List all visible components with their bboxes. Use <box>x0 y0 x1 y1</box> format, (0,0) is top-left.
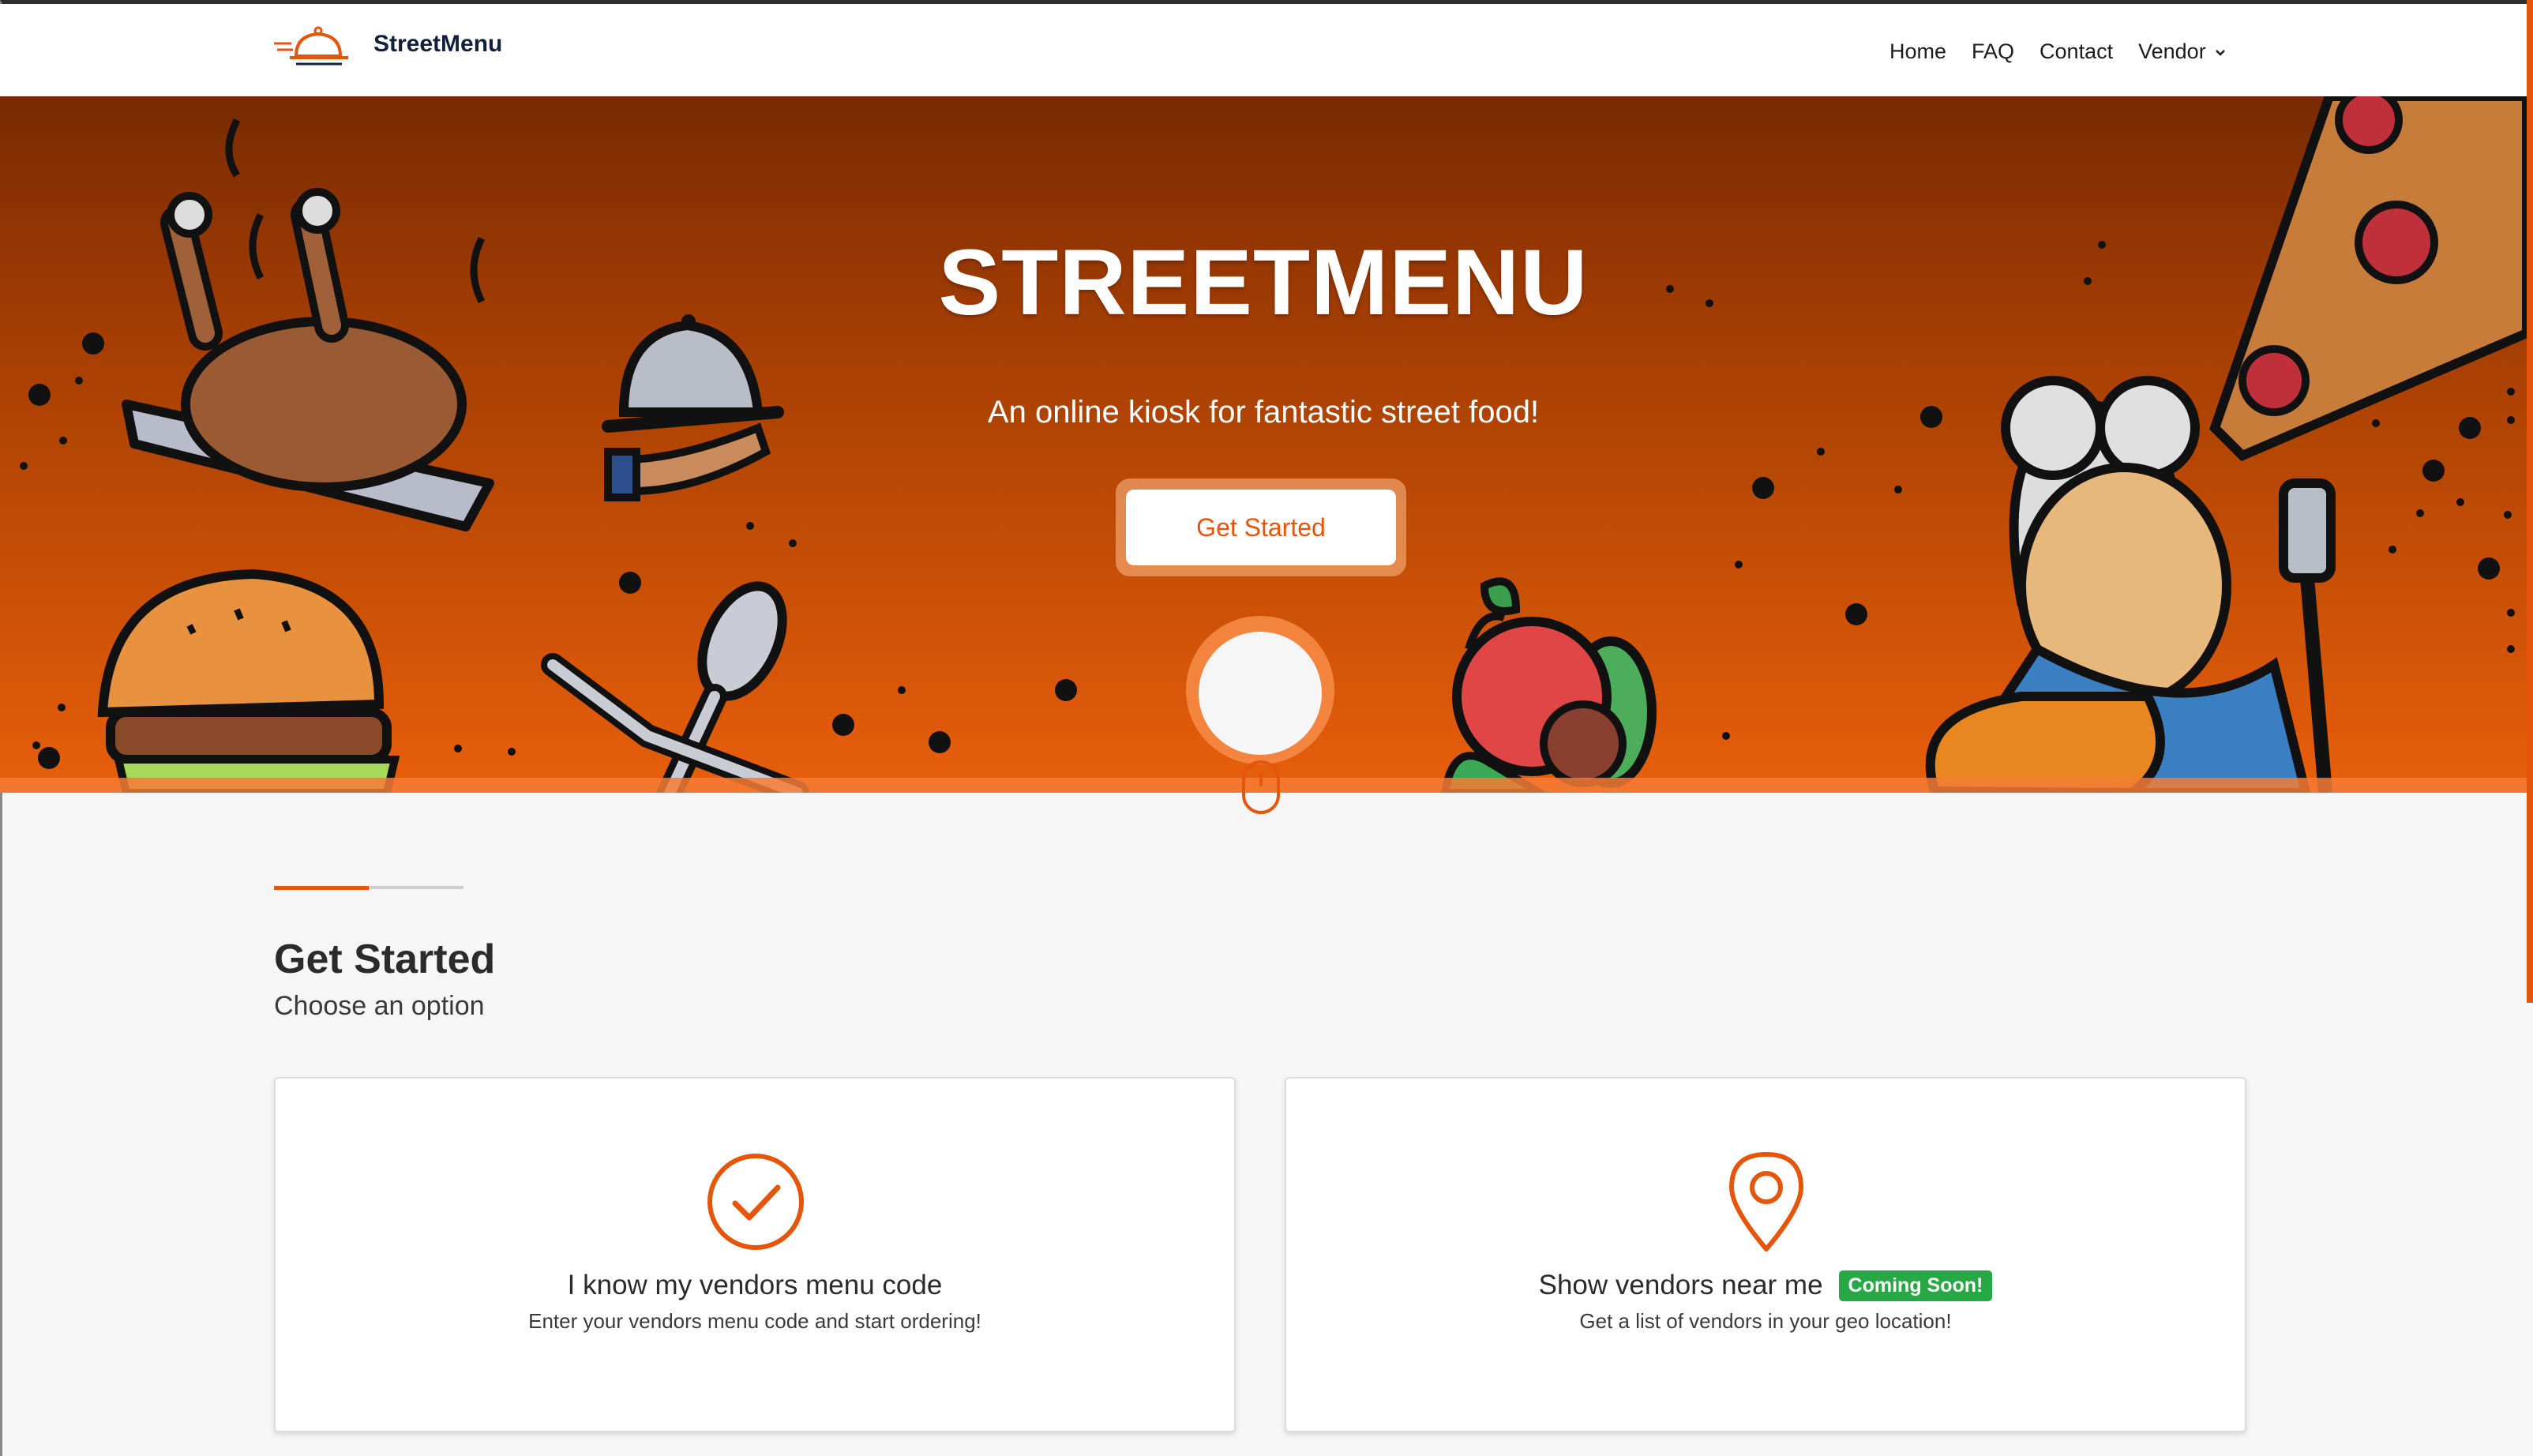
get-started-button[interactable]: Get Started <box>1126 490 1396 565</box>
nav-links: Home FAQ Contact Vendor <box>1889 39 2227 64</box>
card-description: Get a list of vendors in your geo locati… <box>1579 1309 1952 1333</box>
card-title-text: Show vendors near me <box>1538 1270 1823 1300</box>
nav-contact[interactable]: Contact <box>2040 39 2113 64</box>
map-pin-icon <box>1729 1152 1803 1251</box>
scrollbar[interactable] <box>2527 0 2533 1003</box>
navbar: StreetMenu Home FAQ Contact Vendor <box>0 4 2527 96</box>
mouse-scroll-icon <box>1242 760 1280 814</box>
card-title-text: I know my vendors menu code <box>567 1270 943 1300</box>
cloche-logo-icon <box>274 26 348 66</box>
hero-title: STREETMENU <box>938 231 1589 335</box>
nav-faq[interactable]: FAQ <box>1972 39 2014 64</box>
section-divider-accent <box>274 886 369 890</box>
card-title: Show vendors near me Coming Soon! <box>1286 1270 2245 1301</box>
section-subtitle: Choose an option <box>274 991 485 1021</box>
nav-vendor-dropdown[interactable]: Vendor <box>2138 39 2227 64</box>
coming-soon-badge: Coming Soon! <box>1838 1270 1993 1301</box>
section-title: Get Started <box>274 936 496 982</box>
scroll-indicator[interactable] <box>1199 632 1322 755</box>
option-card-menu-code[interactable]: I know my vendors menu code Enter your v… <box>274 1077 1236 1432</box>
option-card-vendors-near-me[interactable]: Show vendors near me Coming Soon! Get a … <box>1285 1077 2246 1432</box>
card-description: Enter your vendors menu code and start o… <box>528 1309 981 1333</box>
check-circle-icon <box>707 1154 804 1250</box>
hero-subtitle: An online kiosk for fantastic street foo… <box>987 395 1540 430</box>
brand[interactable]: StreetMenu <box>272 21 502 67</box>
card-title: I know my vendors menu code <box>276 1270 1234 1301</box>
cutlery-illustration <box>541 581 809 793</box>
brand-name: StreetMenu <box>373 31 503 57</box>
nav-vendor-label: Vendor <box>2138 39 2206 63</box>
fruit-illustration <box>1440 577 1657 793</box>
chevron-down-icon <box>2215 49 2225 56</box>
nav-home[interactable]: Home <box>1889 39 1946 64</box>
burger-illustration <box>97 569 400 793</box>
get-started-button-halo: Get Started <box>1116 478 1406 576</box>
